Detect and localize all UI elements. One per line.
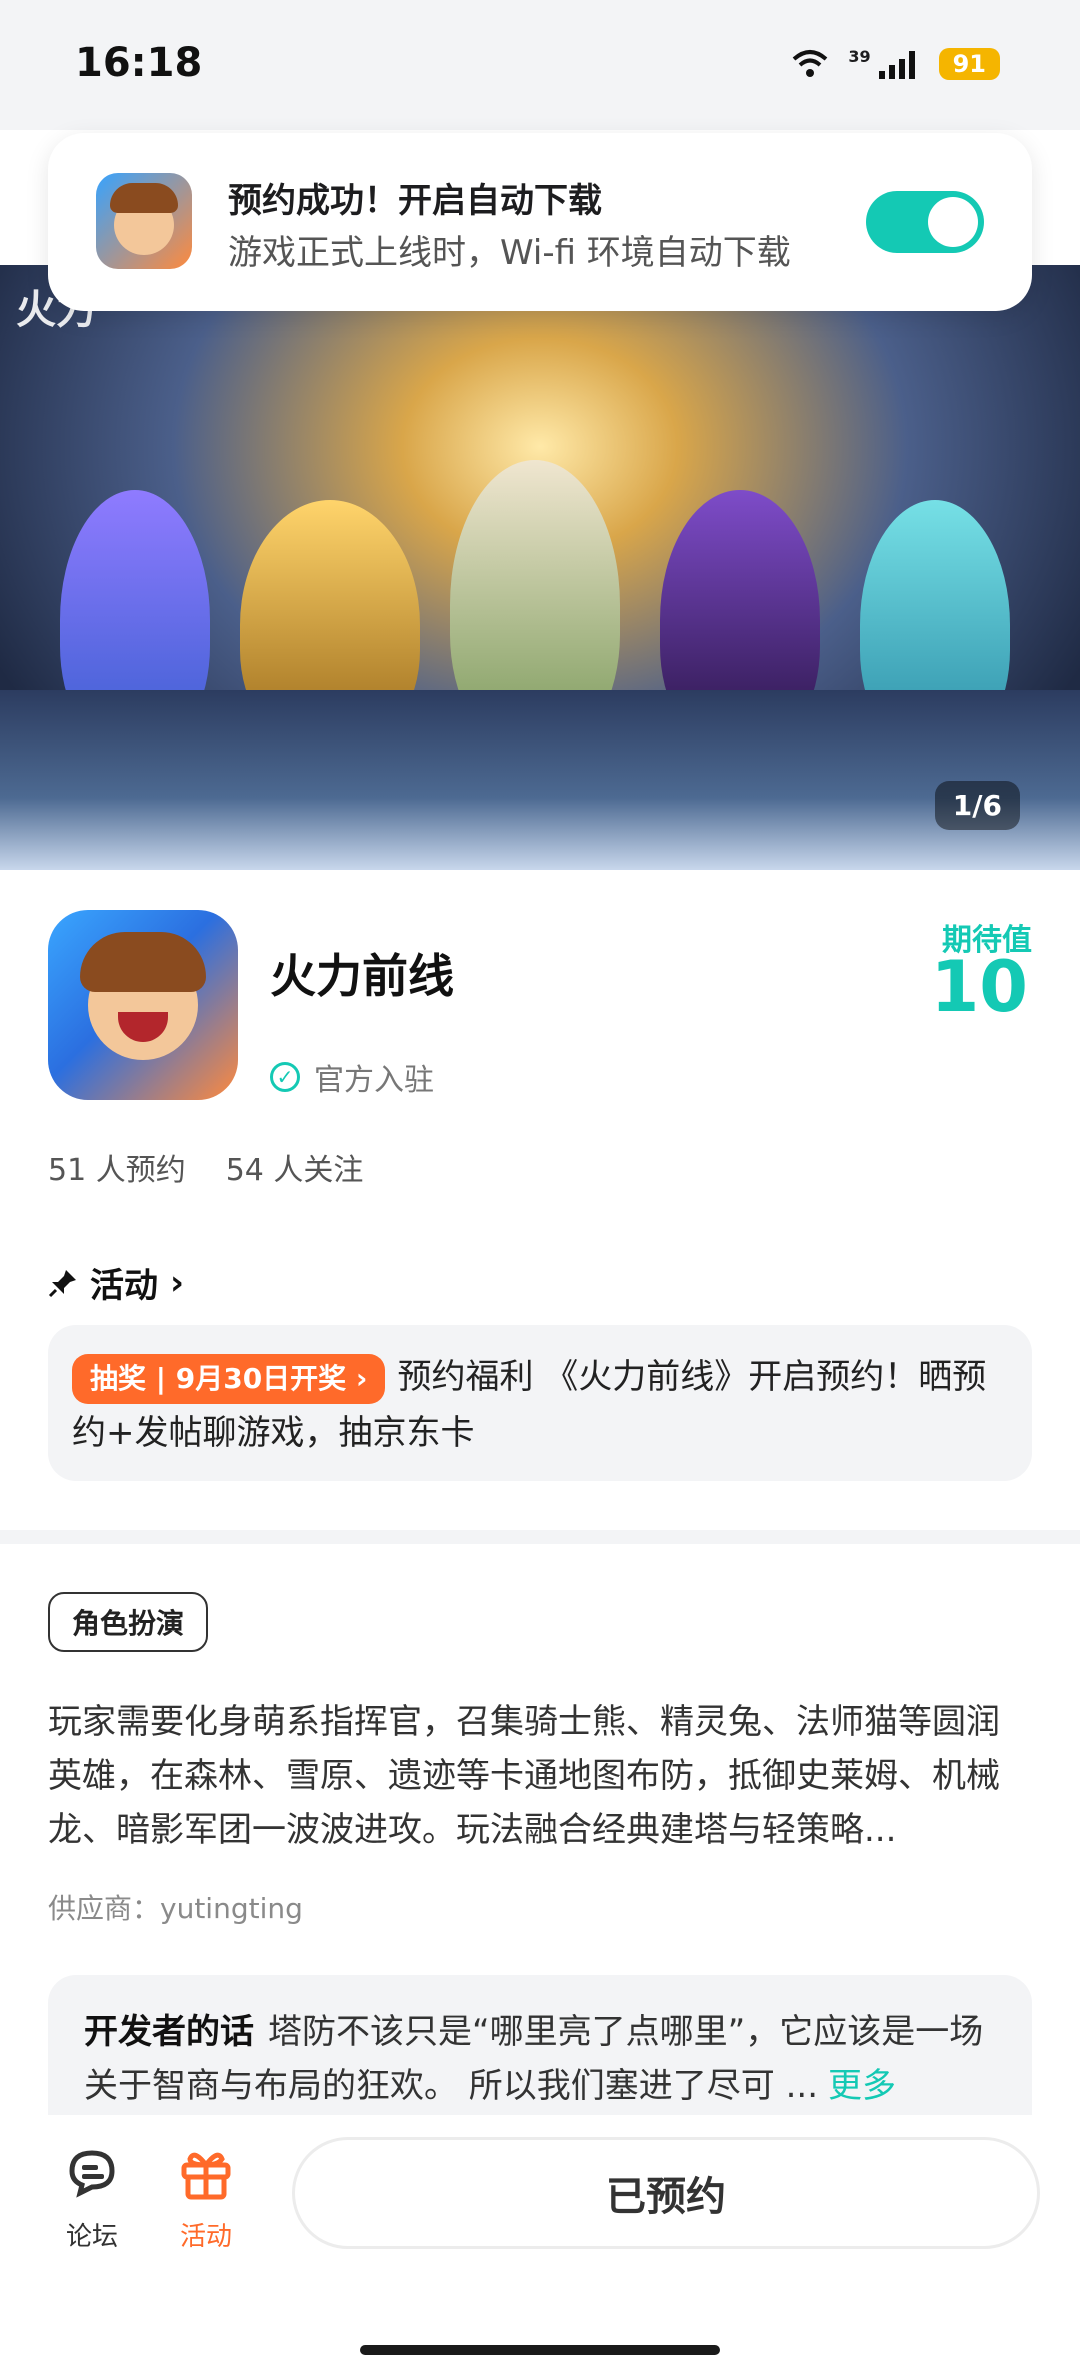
lottery-pill: 抽奖 | 9月30日开奖 › xyxy=(72,1353,386,1404)
status-time: 16:18 xyxy=(75,40,203,86)
game-title: 火力前线 xyxy=(270,949,454,1003)
toggle-knob xyxy=(928,197,978,247)
follower-count: 54 人关注 xyxy=(225,1153,364,1188)
section-divider xyxy=(0,1530,1080,1544)
auto-download-toggle[interactable] xyxy=(866,191,984,253)
signal-icon xyxy=(878,51,915,79)
network-label: 39 xyxy=(848,46,871,66)
icon-hair xyxy=(80,932,206,992)
pin-icon xyxy=(48,1269,76,1297)
nav-forum-label: 论坛 xyxy=(65,2222,118,2252)
icon-mouth xyxy=(118,1012,168,1042)
activity-text-block: 抽奖 | 9月30日开奖 › 预约福利 《火力前线》开启预约！晒预约+发帖聊游戏，… xyxy=(72,1349,1008,1461)
wifi-icon xyxy=(793,50,828,77)
nav-forum[interactable]: 论坛 xyxy=(42,2143,142,2253)
toast-title: 预约成功！开启自动下载 xyxy=(228,181,602,221)
icon-face xyxy=(80,932,206,1060)
activity-header[interactable]: 活动 › xyxy=(48,1258,184,1307)
lottery-pill-label: 抽奖 | 9月30日开奖 xyxy=(90,1361,347,1395)
expectation-value: 10 xyxy=(930,946,1028,1028)
game-app-icon xyxy=(48,910,238,1100)
reserved-button[interactable]: 已预约 xyxy=(292,2137,1040,2249)
banner-floor xyxy=(0,690,1080,870)
toast-subtitle: 游戏正式上线时，Wi-fi 环境自动下载 xyxy=(228,233,791,273)
developer-note: 开发者的话 塔防不该只是“哪里亮了点哪里”，它应该是一场关于智商与布局的狂欢。 所… xyxy=(48,1975,1032,2115)
genre-tag[interactable]: 角色扮演 xyxy=(48,1592,209,1652)
more-link[interactable]: 更多 xyxy=(828,2066,896,2106)
bottom-bar: 论坛 活动 已预约 xyxy=(0,2115,1080,2378)
nav-activity[interactable]: 活动 xyxy=(156,2143,256,2253)
activity-card[interactable]: 抽奖 | 9月30日开奖 › 预约福利 《火力前线》开启预约！晒预约+发帖聊游戏，… xyxy=(48,1325,1032,1481)
supplier-info: 供应商：yutingting xyxy=(48,1892,303,1925)
status-bar: 16:18 39 91 xyxy=(0,0,1080,130)
nav-activity-label: 活动 xyxy=(179,2222,232,2252)
reservation-toast: 预约成功！开启自动下载 游戏正式上线时，Wi-fi 环境自动下载 xyxy=(48,133,1032,311)
hero-banner[interactable]: 火力 1/6 xyxy=(0,265,1080,870)
chevron-right-icon: › xyxy=(170,1262,185,1303)
battery-indicator: 91 xyxy=(938,48,1000,80)
game-description: 玩家需要化身萌系指挥官，召集骑士熊、精灵兔、法师猫等圆润英雄，在森林、雪原、遗迹… xyxy=(48,1702,1000,1850)
developer-label: 开发者的话 xyxy=(84,2012,254,2052)
verified-label: 官方入驻 xyxy=(314,1063,434,1098)
banner-counter: 1/6 xyxy=(934,781,1020,830)
game-stats: 51 人预约 54 人关注 xyxy=(48,1145,363,1189)
forum-icon xyxy=(69,2150,115,2198)
developer-text: 开发者的话 塔防不该只是“哪里亮了点哪里”，它应该是一场关于智商与布局的狂欢。 所… xyxy=(84,2005,996,2113)
toast-app-icon xyxy=(96,173,192,269)
check-circle-icon: ✓ xyxy=(270,1062,300,1092)
activity-heading: 活动 xyxy=(90,1266,158,1306)
home-indicator xyxy=(360,2345,720,2355)
reservation-count: 51 人预约 xyxy=(48,1153,186,1188)
gift-icon xyxy=(181,2152,231,2200)
status-icons: 39 91 xyxy=(790,46,1000,80)
verified-badge: ✓ 官方入驻 xyxy=(270,1055,434,1099)
